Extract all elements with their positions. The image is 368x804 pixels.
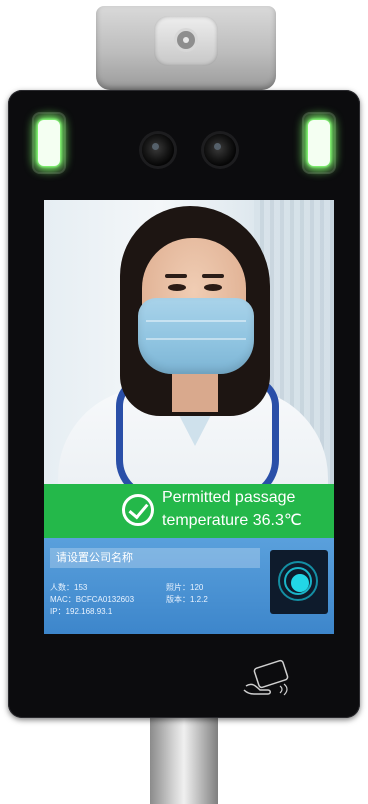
company-name-field[interactable]: 请设置公司名称 [50, 548, 260, 568]
bracket-plate [154, 16, 218, 66]
person-neck [172, 368, 218, 412]
card-tap-icon[interactable] [240, 656, 294, 700]
check-circle-icon [122, 494, 154, 526]
status-banner: Permitted passage temperature 36.3℃ [44, 484, 334, 538]
face-mask [138, 298, 254, 374]
indicator-glow [38, 120, 60, 166]
photo-count: 照片：120 [166, 583, 204, 592]
mount-pole [150, 712, 218, 804]
mac-address: MAC：BCFCA0132603 [50, 595, 135, 604]
indicator-glow [308, 120, 330, 166]
ip-address: IP：192.168.93.1 [50, 607, 113, 616]
eyebrow-left [165, 274, 187, 278]
version-number: 版本：1.2.2 [166, 595, 208, 604]
eye-left [168, 284, 186, 291]
mount-hole [174, 28, 198, 52]
nfc-scan-icon[interactable] [270, 550, 328, 614]
status-message: Permitted passage [162, 489, 296, 506]
display-screen[interactable]: Permitted passage temperature 36.3℃ 请设置公… [44, 200, 334, 634]
right-indicator-light [302, 112, 336, 174]
eyebrow-right [202, 274, 224, 278]
info-panel: 请设置公司名称 人数：153 照片：120 MAC：BCFCA0132603 版… [44, 538, 334, 634]
people-count: 人数：153 [50, 583, 88, 592]
eye-right [204, 284, 222, 291]
temperature-reading: temperature 36.3℃ [162, 512, 302, 529]
mount-bracket [96, 6, 276, 90]
camera-lens-left-icon [142, 134, 174, 166]
nfc-ring-core [291, 574, 309, 592]
camera-lens-right-icon [204, 134, 236, 166]
left-indicator-light [32, 112, 66, 174]
terminal-device: Permitted passage temperature 36.3℃ 请设置公… [8, 90, 360, 718]
